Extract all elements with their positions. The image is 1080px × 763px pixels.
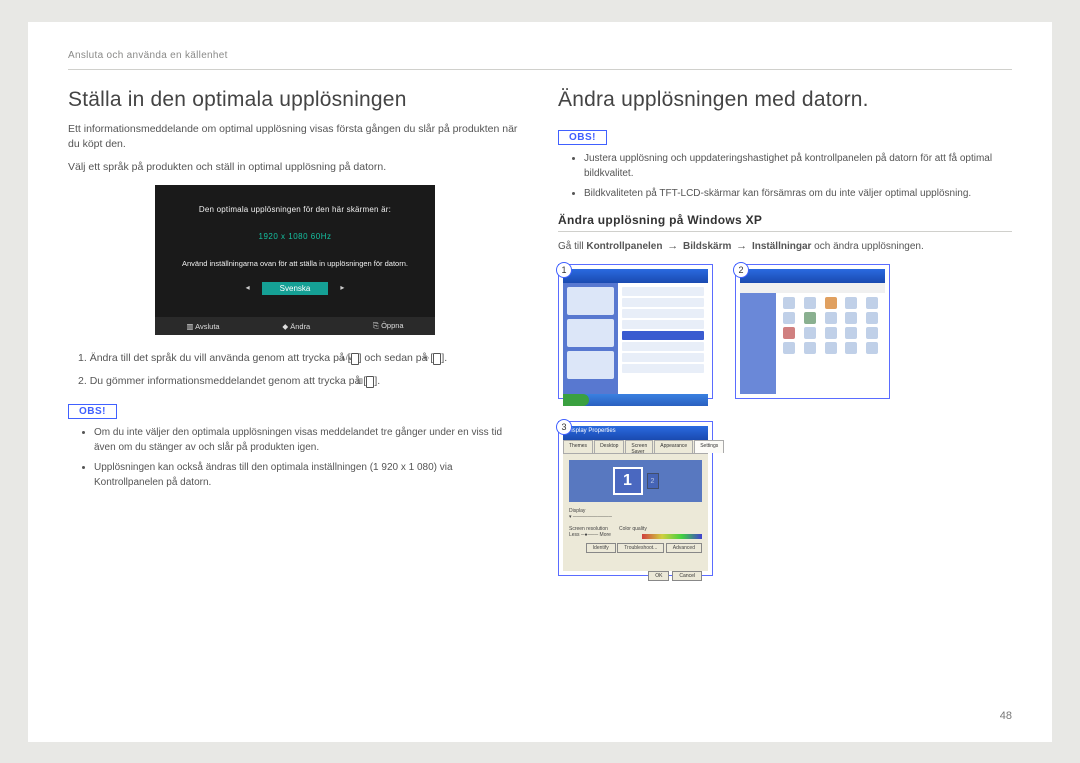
obs-list-right: Justera upplösning och uppdateringshasti…	[558, 151, 1012, 201]
intro-p1: Ett informationsmeddelande om optimal up…	[68, 122, 522, 152]
step-badge-3: 3	[556, 419, 572, 435]
navigation-path: Gå till Kontrollpanelen → Bildskärm → In…	[558, 238, 1012, 255]
page-number: 48	[1000, 710, 1012, 722]
screenshot-3: Display Properties ThemesDesktop Screen …	[558, 421, 713, 576]
screenshot-2-wrap: 2	[735, 264, 890, 399]
section-title-right: Ändra upplösningen med datorn.	[558, 88, 1012, 112]
intro-p2: Välj ett språk på produkten och ställ in…	[68, 160, 522, 175]
right-column: Ändra upplösningen med datorn. OBS! Just…	[558, 88, 1012, 577]
osd-line3: Använd inställningarna ovan för att stäl…	[169, 259, 421, 268]
section-title-left: Ställa in den optimala upplösningen	[68, 88, 522, 112]
osd-line1: Den optimala upplösningen för den här sk…	[169, 205, 421, 214]
step-list: Ändra till det språk du vill använda gen…	[74, 350, 522, 390]
step-1: Ändra till det språk du vill använda gen…	[88, 350, 522, 367]
arrow-icon: →	[736, 240, 747, 252]
osd-screenshot: Den optimala upplösningen för den här sk…	[155, 185, 435, 335]
screenshot-1	[558, 264, 713, 399]
screenshot-1-wrap: 1	[558, 264, 713, 399]
obs-right-1: Justera upplösning och uppdateringshasti…	[584, 151, 1012, 181]
screenshot-3-wrap: 3 Display Properties ThemesDesktop Scree…	[558, 421, 713, 576]
obs-list-left: Om du inte väljer den optimala upplösnin…	[68, 425, 522, 490]
step-badge-2: 2	[733, 262, 749, 278]
step-2: Du gömmer informationsmeddelandet genom …	[88, 373, 522, 390]
osd-btn-open: ⎘ Öppna	[373, 321, 404, 331]
arrow-icon: →	[667, 240, 678, 252]
osd-button-bar: ▥ Avsluta ◆ Ändra ⎘ Öppna	[155, 317, 435, 335]
updown-icon: ∧/∨	[351, 353, 359, 365]
screenshot-grid: 1	[558, 264, 1012, 576]
running-header: Ansluta och använda en källenhet	[68, 50, 1012, 70]
obs-left-1: Om du inte väljer den optimala upplösnin…	[94, 425, 522, 455]
two-column-layout: Ställa in den optimala upplösningen Ett …	[68, 88, 1012, 577]
manual-page: Ansluta och använda en källenhet Ställa …	[28, 22, 1052, 742]
subheading-xp: Ändra upplösning på Windows XP	[558, 213, 1012, 232]
obs-right-2: Bildkvaliteten på TFT-LCD-skärmar kan fö…	[584, 186, 1012, 201]
left-column: Ställa in den optimala upplösningen Ett …	[68, 88, 522, 577]
osd-btn-exit: ▥ Avsluta	[186, 322, 219, 331]
osd-btn-change: ◆ Ändra	[282, 322, 310, 331]
step-badge-1: 1	[556, 262, 572, 278]
obs-badge-right: OBS!	[558, 130, 607, 145]
obs-badge-left: OBS!	[68, 404, 117, 419]
osd-language: Svenska	[262, 282, 329, 295]
obs-left-2: Upplösningen kan också ändras till den o…	[94, 460, 522, 490]
screenshot-2	[735, 264, 890, 399]
osd-resolution: 1920 x 1080 60Hz	[169, 232, 421, 241]
